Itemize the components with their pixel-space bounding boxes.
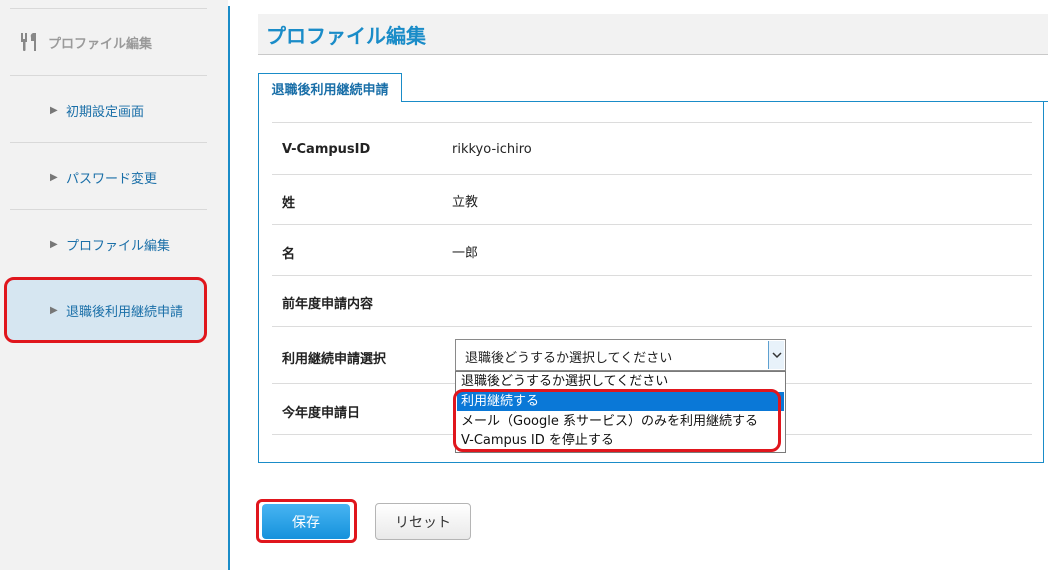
triangle-right-icon: ▶ <box>50 104 58 116</box>
sidebar-item-label: プロファイル編集 <box>66 238 171 254</box>
sidebar-divider-line <box>10 8 207 9</box>
sidebar-divider-line <box>10 209 207 210</box>
row-value-first-name: 一郎 <box>452 246 479 261</box>
row-label-last-name: 姓 <box>282 196 296 211</box>
row-divider <box>272 122 1032 123</box>
continuation-select[interactable]: 退職後どうするか選択してください <box>455 339 786 371</box>
row-label-first-name: 名 <box>282 247 296 262</box>
sidebar-item-label: 初期設定画面 <box>66 104 145 120</box>
sidebar-item-profile-edit[interactable]: ▶ プロファイル編集 <box>0 229 228 259</box>
row-label-vcampus-id: V-CampusID <box>282 142 371 157</box>
row-label-previous-application: 前年度申請内容 <box>282 297 374 312</box>
triangle-right-icon: ▶ <box>50 304 58 316</box>
select-current-value: 退職後どうするか選択してください <box>465 351 673 366</box>
row-divider <box>272 326 1032 327</box>
select-dropdown-list: 退職後どうするか選択してください 利用継続する メール（Google 系サービス… <box>455 371 786 453</box>
sidebar-divider-line <box>10 75 207 76</box>
row-label-current-application-date: 今年度申請日 <box>282 406 361 421</box>
sidebar: プロファイル編集 ▶ 初期設定画面 ▶ パスワード変更 ▶ プロファイル編集 ▶… <box>0 0 228 570</box>
select-option-highlighted[interactable]: 利用継続する <box>457 392 784 411</box>
row-value-last-name: 立教 <box>452 195 479 210</box>
tools-icon <box>21 33 36 51</box>
select-option[interactable]: メール（Google 系サービス）のみを利用継続する <box>457 412 784 431</box>
page-title-bar: プロファイル編集 <box>258 14 1048 55</box>
row-divider <box>272 174 1032 175</box>
reset-button[interactable]: リセット <box>375 503 471 540</box>
sidebar-item-initial-settings[interactable]: ▶ 初期設定画面 <box>0 95 228 125</box>
sidebar-divider-line <box>10 142 207 143</box>
row-divider <box>272 275 1032 276</box>
row-divider <box>272 224 1032 225</box>
sidebar-item-label: パスワード変更 <box>66 171 158 187</box>
triangle-right-icon: ▶ <box>50 238 58 250</box>
chevron-down-icon[interactable] <box>768 341 784 369</box>
select-option[interactable]: V-Campus ID を停止する <box>457 431 784 450</box>
sidebar-item-password-change[interactable]: ▶ パスワード変更 <box>0 162 228 192</box>
sidebar-item-retirement-continuation[interactable]: ▶ 退職後利用継続申請 <box>4 277 207 343</box>
save-button[interactable]: 保存 <box>262 504 350 539</box>
sidebar-item-label: 退職後利用継続申請 <box>66 304 184 320</box>
triangle-right-icon: ▶ <box>50 171 58 183</box>
sidebar-heading: プロファイル編集 <box>18 30 152 54</box>
select-option[interactable]: 退職後どうするか選択してください <box>457 372 784 391</box>
page-title: プロファイル編集 <box>266 24 426 48</box>
tab-retirement-continuation[interactable]: 退職後利用継続申請 <box>258 73 402 102</box>
sidebar-border <box>228 6 230 570</box>
row-label-continuation-selection: 利用継続申請選択 <box>282 352 387 367</box>
sidebar-heading-label: プロファイル編集 <box>48 36 153 52</box>
row-value-vcampus-id: rikkyo-ichiro <box>452 142 532 157</box>
